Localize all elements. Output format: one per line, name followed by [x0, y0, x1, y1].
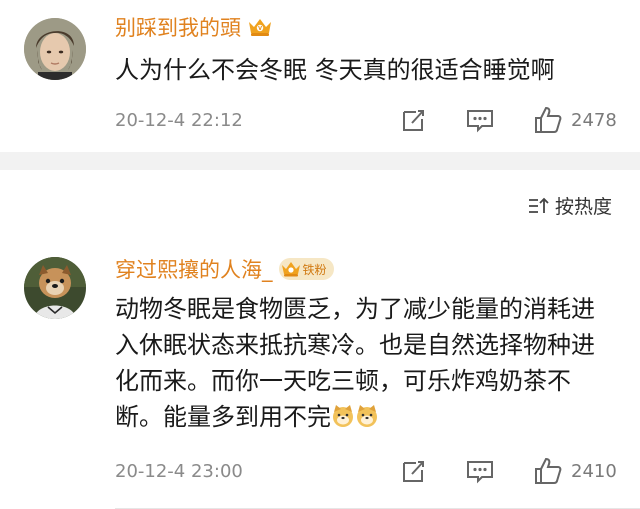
thumbs-up-icon — [535, 106, 562, 133]
fan-badge[interactable]: 铁粉 — [278, 258, 334, 280]
comment-text: 动物冬眠是食物匮乏，为了减少能量的消耗进入休眠状态来抵抗寒冷。也是自然选择物种进… — [115, 291, 615, 435]
fan-badge-label: 铁粉 — [302, 262, 327, 277]
share-icon — [403, 110, 424, 131]
share-button[interactable] — [400, 106, 428, 134]
timestamp: 20-12-4 22:12 — [115, 109, 243, 131]
like-count: 2410 — [571, 460, 617, 482]
timestamp: 20-12-4 23:00 — [115, 460, 243, 482]
avatar[interactable] — [24, 257, 86, 319]
comment-icon — [467, 110, 493, 133]
like-button[interactable]: 2478 — [533, 105, 617, 135]
doge-emoji-icon — [357, 405, 377, 427]
doge-emoji-icon — [333, 405, 353, 427]
svg-text:V: V — [258, 26, 262, 32]
sort-label: 按热度 — [554, 196, 612, 218]
share-button[interactable] — [400, 457, 428, 485]
like-count: 2478 — [571, 109, 617, 131]
crown-badge-icon[interactable]: V — [247, 16, 273, 38]
avatar[interactable] — [24, 18, 86, 80]
sort-by-hot-button[interactable]: 按热度 — [527, 192, 612, 219]
sort-row: 按热度 — [0, 170, 640, 244]
meta-row: 20-12-4 22:12 2478 — [115, 105, 625, 135]
author-line: 穿过熙攘的人海_ 铁粉 — [115, 254, 334, 284]
share-icon — [403, 461, 424, 482]
crown-badge-icon — [281, 262, 300, 277]
sort-icon — [528, 197, 549, 213]
like-button[interactable]: 2410 — [533, 456, 617, 486]
comment-button[interactable] — [465, 457, 495, 485]
author-name[interactable]: 穿过熙攘的人海_ — [115, 254, 273, 284]
thumbs-up-icon — [535, 457, 562, 484]
author-name[interactable]: 别踩到我的頭 — [115, 12, 241, 42]
comment-button[interactable] — [465, 106, 495, 134]
meta-row: 20-12-4 23:00 2410 — [115, 456, 625, 486]
comment-text: 人为什么不会冬眠 冬天真的很适合睡觉啊 — [115, 56, 555, 84]
comment-item: 穿过熙攘的人海_ 铁粉 动物冬眠是食物匮乏，为了减少能量的消耗进入休眠状态来抵抗… — [0, 244, 640, 509]
comment-icon — [467, 461, 493, 484]
author-line: 别踩到我的頭 V — [115, 12, 273, 42]
section-divider — [0, 152, 640, 170]
comment-item: 别踩到我的頭 V 人为什么不会冬眠 冬天真的很适合睡觉啊 20-12-4 22:… — [0, 0, 640, 152]
